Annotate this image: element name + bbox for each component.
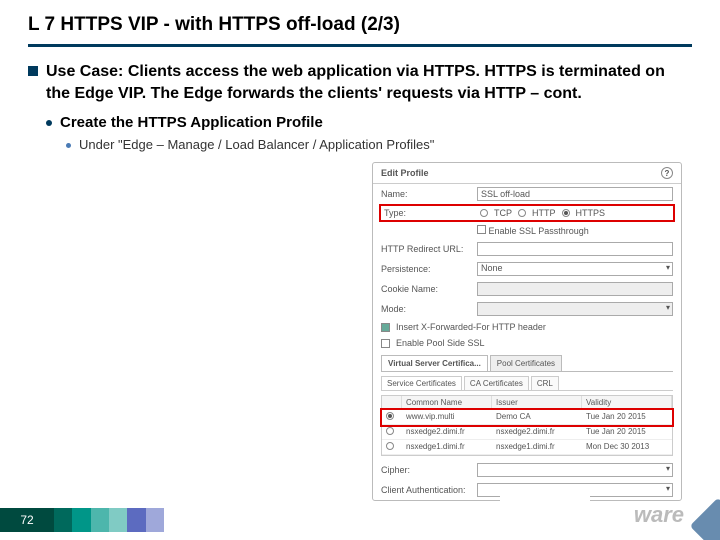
cell-validity: Tue Jan 20 2015 <box>582 410 672 424</box>
th-select <box>382 396 402 409</box>
type-radio-https[interactable] <box>562 209 570 217</box>
bullet-icon <box>66 143 71 148</box>
cell-cn: nsxedge2.dimi.fr <box>402 425 492 439</box>
brand-logo: ware <box>500 486 720 540</box>
type-label: Type: <box>384 208 474 218</box>
passthrough-checkbox[interactable] <box>477 225 486 234</box>
mode-select[interactable] <box>477 302 673 316</box>
cipher-select[interactable] <box>477 463 673 477</box>
name-input[interactable]: SSL off-load <box>477 187 673 201</box>
bullet-level2: Under "Edge – Manage / Load Balancer / A… <box>79 137 434 152</box>
th-cn: Common Name <box>402 396 492 409</box>
cell-issuer: nsxedge2.dimi.fr <box>492 425 582 439</box>
edit-profile-dialog: Edit Profile ? Name: SSL off-load Type: … <box>372 162 682 501</box>
client-auth-label: Client Authentication: <box>381 485 471 495</box>
brand-icon <box>690 498 720 540</box>
persistence-select[interactable]: None <box>477 262 673 276</box>
page-number: 72 <box>0 508 54 532</box>
type-option-tcp: TCP <box>494 208 512 218</box>
row-radio[interactable] <box>386 412 394 420</box>
th-issuer: Issuer <box>492 396 582 409</box>
bullet-icon <box>46 120 52 126</box>
tab-virtual-server-cert[interactable]: Virtual Server Certifica... <box>381 355 488 371</box>
row-radio[interactable] <box>386 442 394 450</box>
slide-title: L 7 HTTPS VIP - with HTTPS off-load (2/3… <box>28 14 692 36</box>
mode-label: Mode: <box>381 304 471 314</box>
passthrough-label: Enable SSL Passthrough <box>489 226 589 236</box>
type-radio-http[interactable] <box>518 209 526 217</box>
xff-label: Insert X-Forwarded-For HTTP header <box>396 322 546 332</box>
cell-cn: nsxedge1.dimi.fr <box>402 440 492 454</box>
redirect-input[interactable] <box>477 242 673 256</box>
subtab-service[interactable]: Service Certificates <box>381 376 462 390</box>
brand-text: ware <box>634 502 684 528</box>
cookie-input[interactable] <box>477 282 673 296</box>
cert-tabs: Virtual Server Certifica... Pool Certifi… <box>381 355 673 372</box>
cookie-label: Cookie Name: <box>381 284 471 294</box>
subtab-ca[interactable]: CA Certificates <box>464 376 529 390</box>
footer-bars <box>54 508 164 532</box>
title-divider <box>28 44 692 47</box>
subtab-crl[interactable]: CRL <box>531 376 559 390</box>
th-validity: Validity <box>582 396 672 409</box>
xff-checkbox[interactable] <box>381 323 390 332</box>
help-icon[interactable]: ? <box>661 167 673 179</box>
dialog-title: Edit Profile <box>381 168 429 178</box>
table-row[interactable]: www.vip.multi Demo CA Tue Jan 20 2015 <box>382 410 672 425</box>
cell-issuer: Demo CA <box>492 410 582 424</box>
table-row[interactable]: nsxedge2.dimi.fr nsxedge2.dimi.fr Tue Ja… <box>382 425 672 440</box>
row-radio[interactable] <box>386 427 394 435</box>
poolssl-label: Enable Pool Side SSL <box>396 338 485 348</box>
use-case-text: Use Case: Clients access the web applica… <box>46 61 692 104</box>
cell-issuer: nsxedge1.dimi.fr <box>492 440 582 454</box>
type-radio-tcp[interactable] <box>480 209 488 217</box>
slide-footer: 72 ware <box>0 504 720 540</box>
persistence-label: Persistence: <box>381 264 471 274</box>
cert-table: Common Name Issuer Validity www.vip.mult… <box>381 395 673 456</box>
cell-validity: Mon Dec 30 2013 <box>582 440 672 454</box>
cell-validity: Tue Jan 20 2015 <box>582 425 672 439</box>
cipher-label: Cipher: <box>381 465 471 475</box>
square-bullet-icon <box>28 66 38 76</box>
type-option-http: HTTP <box>532 208 556 218</box>
type-radios: TCP HTTP HTTPS <box>480 208 670 218</box>
poolssl-checkbox[interactable] <box>381 339 390 348</box>
table-row[interactable]: nsxedge1.dimi.fr nsxedge1.dimi.fr Mon De… <box>382 440 672 455</box>
name-label: Name: <box>381 189 471 199</box>
cert-subtabs: Service Certificates CA Certificates CRL <box>381 376 673 391</box>
bullet-level1: Create the HTTPS Application Profile <box>60 114 323 131</box>
tab-pool-cert[interactable]: Pool Certificates <box>490 355 562 371</box>
redirect-label: HTTP Redirect URL: <box>381 244 471 254</box>
cell-cn: www.vip.multi <box>402 410 492 424</box>
type-option-https: HTTPS <box>576 208 606 218</box>
